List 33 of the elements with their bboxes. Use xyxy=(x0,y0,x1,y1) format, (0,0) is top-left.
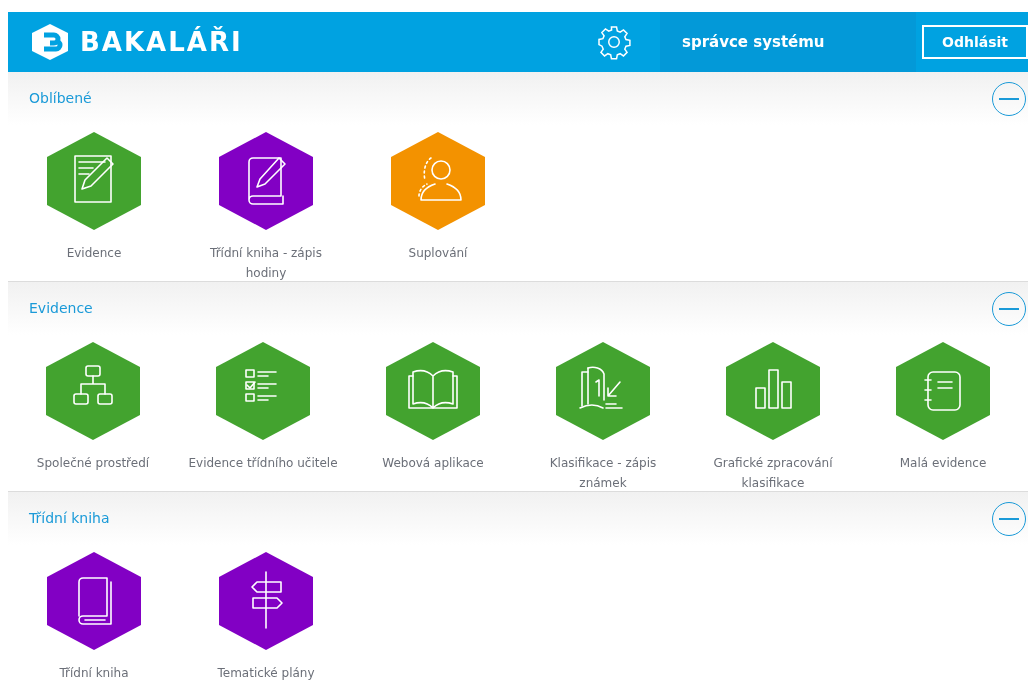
app-tile[interactable]: Malá evidence xyxy=(858,335,1028,493)
app-tile[interactable]: Společné prostředí xyxy=(8,335,178,493)
section-title: Evidence xyxy=(29,299,93,318)
settings-icon[interactable] xyxy=(596,24,632,60)
minus-icon xyxy=(999,517,1019,520)
tile-label: Společné prostředí xyxy=(35,455,151,472)
app-tile[interactable]: Webová aplikace xyxy=(348,335,518,493)
app-tile[interactable]: Tematické plány xyxy=(180,545,352,683)
app-tile[interactable]: Evidence xyxy=(8,125,180,283)
minus-icon xyxy=(999,307,1019,310)
logout-button[interactable]: Odhlásit xyxy=(922,25,1028,59)
logo-icon xyxy=(30,23,70,61)
minus-icon xyxy=(999,97,1019,100)
app-tile[interactable]: Evidence třídního učitele xyxy=(178,335,348,493)
section-title: Oblíbené xyxy=(29,89,92,108)
logo-text: BAKALÁŘI xyxy=(80,25,243,59)
tile-label: Webová aplikace xyxy=(381,455,485,472)
tile-label: Malá evidence xyxy=(898,455,988,472)
tile-label: Evidence xyxy=(65,245,123,262)
tile-label: Třídní kniha - zápis hodiny xyxy=(209,245,323,282)
section-title: Třídní kniha xyxy=(29,509,110,528)
app-tile[interactable]: Klasifikace - zápis známek xyxy=(518,335,688,493)
app-tile[interactable]: Suplování xyxy=(352,125,524,283)
tile-label: Suplování xyxy=(407,245,469,262)
tile-label: Klasifikace - zápis známek xyxy=(548,455,658,492)
app-tile[interactable]: Grafické zpracování klasifikace xyxy=(688,335,858,493)
tile-label: Třídní kniha xyxy=(58,665,130,682)
app-tile[interactable]: Třídní kniha xyxy=(8,545,180,683)
tile-label: Evidence třídního učitele xyxy=(187,455,339,472)
user-name: správce systému xyxy=(682,31,825,53)
app-tile[interactable]: Třídní kniha - zápis hodiny xyxy=(180,125,352,283)
tile-label: Tematické plány xyxy=(216,665,316,682)
tile-label: Grafické zpracování klasifikace xyxy=(712,455,834,492)
